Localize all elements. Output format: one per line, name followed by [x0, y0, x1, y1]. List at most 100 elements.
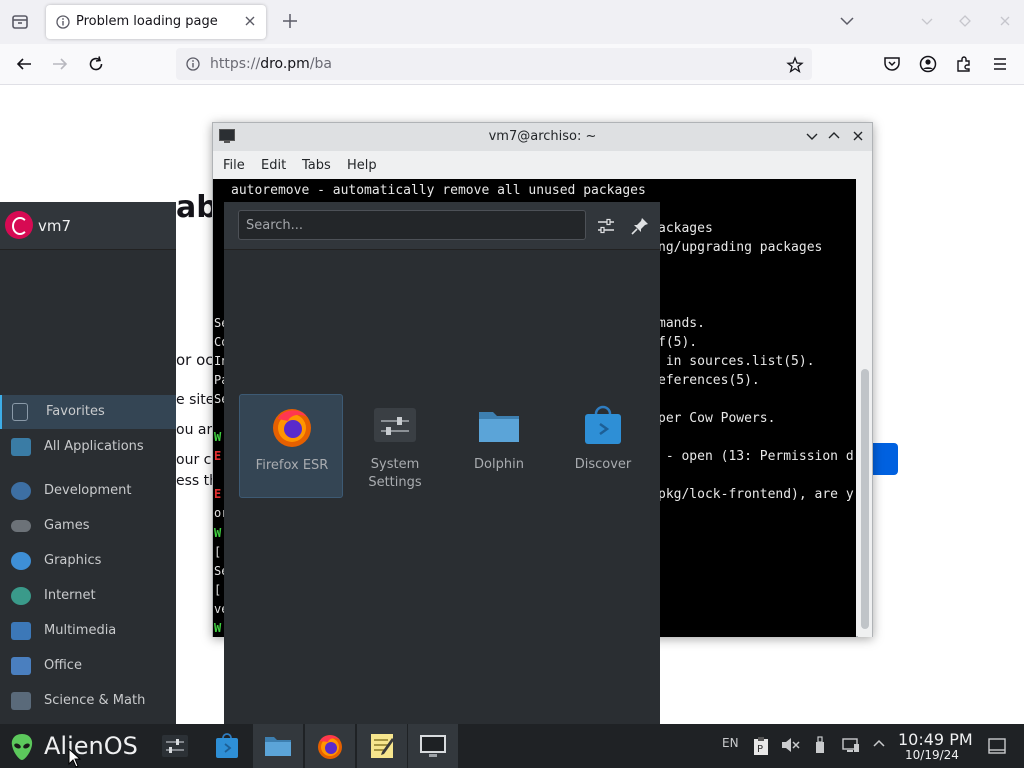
- back-button[interactable]: [14, 54, 34, 74]
- category-label: Development: [44, 483, 132, 498]
- globe-icon: [11, 587, 31, 605]
- category-favorites[interactable]: Favorites: [0, 395, 176, 429]
- username: vm7: [38, 217, 72, 235]
- taskbar: AlienOS EN P 10:49 PM 10/19/24: [0, 724, 1024, 768]
- terminal-line: ackages: [658, 221, 713, 236]
- tab-overflow-chevron-icon[interactable]: [838, 12, 856, 30]
- terminal-scrollbar-thumb[interactable]: [861, 369, 869, 629]
- category-graphics[interactable]: Graphics: [0, 544, 176, 578]
- category-development[interactable]: Development: [0, 474, 176, 508]
- category-label: Graphics: [44, 553, 102, 568]
- gamepad-icon: [11, 520, 31, 532]
- firefox-icon: [270, 405, 314, 449]
- configure-sliders-icon[interactable]: [596, 216, 616, 236]
- svg-text:P: P: [757, 744, 763, 755]
- terminal-menubar: File Edit Tabs Help: [213, 151, 872, 179]
- clock-time[interactable]: 10:49 PM: [898, 730, 973, 749]
- category-games[interactable]: Games: [0, 509, 176, 543]
- tray-expand-chevron-icon[interactable]: [872, 736, 886, 753]
- app-discover[interactable]: Discover: [551, 394, 655, 498]
- keyboard-layout-indicator[interactable]: EN: [722, 736, 739, 750]
- minimize-window-icon[interactable]: [918, 12, 936, 30]
- task-firefox[interactable]: [305, 724, 355, 768]
- app-label: System Settings: [368, 457, 422, 490]
- menu-edit[interactable]: Edit: [261, 158, 286, 173]
- info-icon: [56, 15, 70, 29]
- bookmark-star-icon[interactable]: [786, 56, 804, 74]
- site-info-icon[interactable]: [186, 57, 200, 71]
- url-text[interactable]: https://dro.pm/ba: [210, 56, 332, 72]
- category-internet[interactable]: Internet: [0, 579, 176, 613]
- app-system-settings[interactable]: System Settings: [343, 394, 447, 498]
- category-multimedia[interactable]: Multimedia: [0, 614, 176, 648]
- category-all-applications[interactable]: All Applications: [0, 430, 176, 464]
- app-firefox-esr[interactable]: Firefox ESR: [239, 394, 343, 498]
- menu-file[interactable]: File: [223, 158, 245, 173]
- menu-help[interactable]: Help: [347, 158, 377, 173]
- settings-icon: [373, 404, 417, 448]
- terminal-fragment: E: [214, 487, 222, 501]
- task-dolphin[interactable]: [253, 724, 303, 768]
- app-label: Dolphin: [474, 457, 524, 472]
- terminal-close-icon[interactable]: [851, 129, 865, 143]
- mouse-cursor-icon: [68, 747, 82, 768]
- category-label: Internet: [44, 588, 96, 603]
- terminal-line: eferences(5).: [658, 373, 760, 388]
- office-icon: [11, 657, 31, 675]
- category-label: Office: [44, 658, 82, 673]
- maximize-window-icon[interactable]: [956, 12, 974, 30]
- network-icon[interactable]: [842, 736, 860, 757]
- show-desktop-icon[interactable]: [988, 737, 1006, 758]
- pocket-icon[interactable]: [882, 54, 902, 74]
- terminal-fragment: W: [214, 430, 222, 444]
- clipboard-icon[interactable]: P: [752, 736, 770, 759]
- extensions-icon[interactable]: [954, 54, 974, 74]
- volume-muted-icon[interactable]: [780, 736, 800, 757]
- terminal-line: autoremove - automatically remove all un…: [231, 183, 646, 198]
- task-system-settings[interactable]: [150, 724, 200, 768]
- browser-tab-bar: Problem loading page: [0, 0, 1024, 44]
- terminal-minimize-icon[interactable]: [805, 129, 819, 143]
- category-label: Games: [44, 518, 90, 533]
- terminal-line: - open (13: Permission d: [658, 449, 854, 464]
- multimedia-icon: [11, 622, 31, 640]
- task-discover[interactable]: [202, 724, 252, 768]
- app-label: Firefox ESR: [255, 458, 329, 473]
- reload-button[interactable]: [86, 54, 106, 74]
- clock-date[interactable]: 10/19/24: [905, 748, 959, 762]
- url-bar[interactable]: https://dro.pm/ba: [176, 48, 812, 80]
- search-input[interactable]: [238, 210, 586, 240]
- usb-device-icon[interactable]: [814, 736, 826, 757]
- terminal-line: in sources.list(5).: [658, 354, 815, 369]
- new-tab-button[interactable]: [281, 12, 299, 30]
- development-icon: [11, 482, 31, 500]
- category-science-math[interactable]: Science & Math: [0, 684, 176, 718]
- app-menu-icon[interactable]: [990, 54, 1010, 74]
- folder-icon: [477, 404, 521, 448]
- browser-nav-bar: https://dro.pm/ba: [0, 44, 1024, 85]
- forward-button[interactable]: [50, 54, 70, 74]
- terminal-scrollbar[interactable]: [858, 179, 872, 637]
- task-text-editor[interactable]: [357, 724, 407, 768]
- browser-tab[interactable]: Problem loading page: [46, 5, 266, 39]
- terminal-titlebar[interactable]: vm7@archiso: ~: [213, 123, 872, 151]
- avatar[interactable]: [5, 211, 33, 239]
- pin-icon[interactable]: [630, 216, 650, 236]
- close-tab-icon[interactable]: [242, 13, 258, 29]
- category-office[interactable]: Office: [0, 649, 176, 683]
- app-dolphin[interactable]: Dolphin: [447, 394, 551, 498]
- terminal-line: pkg/lock-frontend), are y: [658, 487, 854, 502]
- list-all-tabs-button[interactable]: [8, 10, 32, 34]
- tab-title: Problem loading page: [76, 14, 218, 29]
- science-icon: [11, 692, 31, 710]
- url-scheme: https://: [210, 56, 261, 72]
- store-icon: [581, 404, 625, 448]
- category-label: Multimedia: [44, 623, 117, 638]
- terminal-maximize-icon[interactable]: [827, 129, 841, 143]
- task-konsole[interactable]: [408, 724, 458, 768]
- terminal-fragment: [: [214, 545, 222, 559]
- close-window-icon[interactable]: [996, 12, 1014, 30]
- menu-tabs[interactable]: Tabs: [302, 158, 331, 173]
- terminal-title: vm7@archiso: ~: [488, 129, 597, 144]
- account-icon[interactable]: [918, 54, 938, 74]
